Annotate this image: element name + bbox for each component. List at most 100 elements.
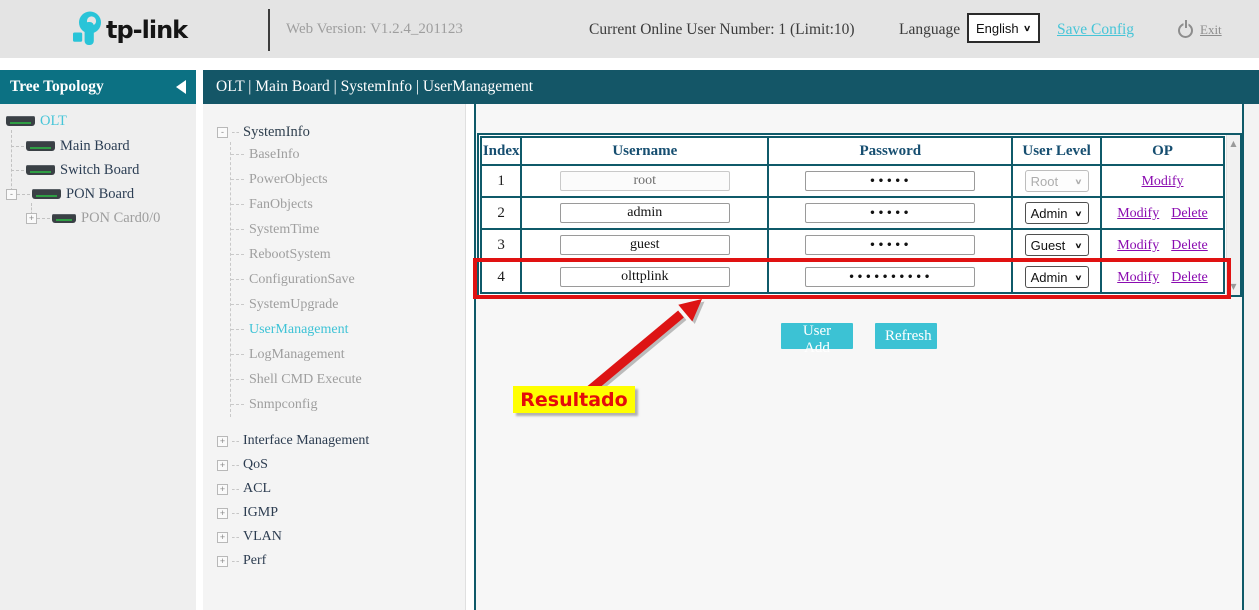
menu-item-label[interactable]: SystemTime [249,222,319,238]
menu-section-interface-management[interactable]: + Interface Management [217,429,465,453]
tree-dash [232,513,239,514]
language-select[interactable]: English ∨ [967,13,1040,43]
topology-node-switch-board[interactable]: Switch Board [11,161,139,179]
power-icon[interactable] [1178,23,1193,38]
topology-node-label[interactable]: Switch Board [60,162,139,179]
menu-section-acl[interactable]: + ACL [217,477,465,501]
menu-section-label[interactable]: VLAN [243,529,282,545]
menu-root-label[interactable]: SystemInfo [243,124,310,141]
delete-link[interactable]: Delete [1171,238,1208,253]
modify-link[interactable]: Modify [1141,174,1183,189]
menu-item-label[interactable]: PowerObjects [249,172,328,188]
exit-control[interactable]: Exit [1178,22,1222,38]
menu-section-perf[interactable]: + Perf [217,549,465,573]
username-input[interactable] [560,235,730,255]
modify-link[interactable]: Modify [1117,270,1159,285]
menu-node-systeminfo[interactable]: - SystemInfo [217,122,465,142]
menu-item-label[interactable]: LogManagement [249,347,345,363]
topology-node-label[interactable]: PON Board [66,186,134,203]
menu-item-powerobjects[interactable]: PowerObjects [231,167,465,192]
collapse-node-icon[interactable]: - [217,127,228,138]
web-version-text: Web Version: V1.2.4_201123 [286,21,463,38]
password-input[interactable] [805,267,975,287]
menu-item-systemtime[interactable]: SystemTime [231,217,465,242]
password-input[interactable] [805,203,975,223]
tree-dash [11,170,24,171]
device-icon [26,141,55,151]
topology-node-main-board[interactable]: Main Board [11,137,130,155]
menu-section-label[interactable]: Perf [243,553,266,569]
tree-dash [232,489,239,490]
delete-link[interactable]: Delete [1171,206,1208,221]
menu-item-logmanagement[interactable]: LogManagement [231,342,465,367]
topology-node-olt[interactable]: OLT [6,112,67,130]
menu-item-label[interactable]: UserManagement [249,322,349,338]
save-config-link[interactable]: Save Config [1057,21,1134,39]
collapse-sidebar-icon[interactable] [176,80,186,94]
menu-item-label[interactable]: RebootSystem [249,247,331,263]
menu-section-label[interactable]: Interface Management [243,433,369,449]
header-divider [268,9,270,51]
menu-item-label[interactable]: Shell CMD Execute [249,372,362,388]
menu-section-label[interactable]: ACL [243,481,271,497]
topology-node-label[interactable]: Main Board [60,138,130,155]
menu-item-baseinfo[interactable]: BaseInfo [231,142,465,167]
delete-link[interactable]: Delete [1171,270,1208,285]
menu-section-label[interactable]: QoS [243,457,268,473]
modify-link[interactable]: Modify [1117,206,1159,221]
menu-section-label[interactable]: IGMP [243,505,278,521]
user-add-button[interactable]: User Add [781,323,853,349]
menu-item-label[interactable]: FanObjects [249,197,313,213]
menu-item-configurationsave[interactable]: ConfigurationSave [231,267,465,292]
user-level-value: Root [1031,174,1058,189]
username-input[interactable] [560,203,730,223]
expand-node-icon[interactable]: + [217,460,228,471]
user-level-select[interactable]: Admin∨ [1025,266,1089,288]
menu-section-igmp[interactable]: + IGMP [217,501,465,525]
menu-section-vlan[interactable]: + VLAN [217,525,465,549]
table-row: 4Admin∨ModifyDelete [481,261,1224,293]
menu-item-label[interactable]: SystemUpgrade [249,297,338,313]
user-level-select[interactable]: Guest∨ [1025,234,1089,256]
menu-item-shell-cmd-execute[interactable]: Shell CMD Execute [231,367,465,392]
password-cell [768,229,1012,261]
exit-link[interactable]: Exit [1200,22,1222,38]
expand-node-icon[interactable]: + [217,508,228,519]
password-cell [768,261,1012,293]
column-header-op: OP [1101,137,1224,165]
expand-node-icon[interactable]: + [217,436,228,447]
topology-node-label[interactable]: OLT [40,113,67,130]
menu-item-usermanagement[interactable]: UserManagement [231,317,465,342]
index-cell: 2 [481,197,521,229]
refresh-button[interactable]: Refresh [875,323,937,349]
table-row: 3Guest∨ModifyDelete [481,229,1224,261]
menu-item-fanobjects[interactable]: FanObjects [231,192,465,217]
user-level-select[interactable]: Admin∨ [1025,202,1089,224]
menu-item-label[interactable]: Snmpconfig [249,397,317,413]
topology-node-pon-card0-0[interactable]: + PON Card0/0 [26,209,160,227]
password-input[interactable] [805,235,975,255]
menu-item-label[interactable]: BaseInfo [249,147,300,163]
topology-node-pon-board[interactable]: - PON Board [6,185,134,203]
expand-node-icon[interactable]: + [217,556,228,567]
menu-item-snmpconfig[interactable]: Snmpconfig [231,392,465,417]
username-input [560,171,730,191]
topology-node-label[interactable]: PON Card0/0 [81,210,160,227]
menu-item-systemupgrade[interactable]: SystemUpgrade [231,292,465,317]
expand-node-icon[interactable]: + [26,213,37,224]
username-input[interactable] [560,267,730,287]
modify-link[interactable]: Modify [1117,238,1159,253]
menu-item-label[interactable]: ConfigurationSave [249,272,355,288]
expand-node-icon[interactable]: + [217,532,228,543]
table-scrollbar[interactable]: ▲ ▼ [1226,135,1240,295]
collapse-node-icon[interactable]: - [6,189,17,200]
language-selected-value: English [976,21,1019,36]
menu-section-qos[interactable]: + QoS [217,453,465,477]
menu-item-rebootsystem[interactable]: RebootSystem [231,242,465,267]
tree-dash [17,194,30,195]
op-cell: Modify Delete [1101,229,1224,261]
scroll-down-icon[interactable]: ▼ [1227,282,1240,291]
expand-node-icon[interactable]: + [217,484,228,495]
tree-dash [37,218,50,219]
scroll-up-icon[interactable]: ▲ [1227,139,1240,148]
